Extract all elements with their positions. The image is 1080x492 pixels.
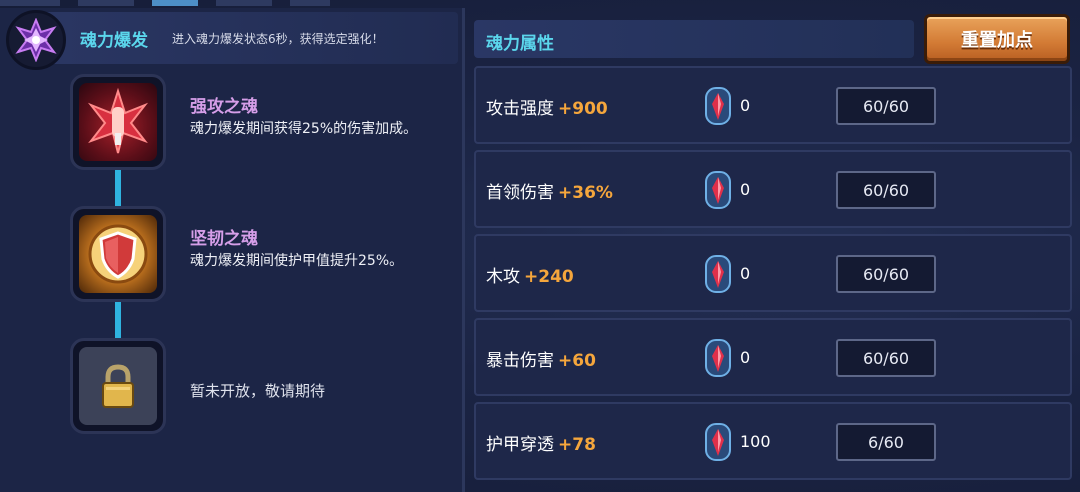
attribute-bonus: +78 bbox=[558, 435, 596, 455]
top-tab[interactable] bbox=[78, 0, 134, 6]
soul-burst-icon bbox=[6, 10, 66, 70]
attribute-level: 60/60 bbox=[836, 171, 936, 209]
skill-node-locked[interactable] bbox=[70, 338, 166, 434]
attribute-row[interactable]: 暴击伤害 +60 0 60/60 bbox=[474, 318, 1072, 396]
top-tab[interactable] bbox=[0, 0, 60, 6]
attribute-row[interactable]: 攻击强度 +900 0 60/60 bbox=[474, 66, 1072, 144]
attribute-label: 首领伤害 +36% bbox=[486, 178, 613, 203]
crystal-count: 0 bbox=[740, 180, 751, 199]
soul-crystal-icon bbox=[705, 171, 731, 209]
skill-connector bbox=[115, 302, 121, 338]
attribute-level: 6/60 bbox=[836, 423, 936, 461]
game-screen: 魂力爆发 进入魂力爆发状态6秒，获得选定强化！ 强攻之魂 魂力爆发期间获得25%… bbox=[0, 0, 1080, 492]
attribute-label: 暴击伤害 +60 bbox=[486, 346, 596, 371]
crystal-count: 0 bbox=[740, 96, 751, 115]
top-tab-active[interactable] bbox=[152, 0, 198, 6]
locked-skill-text: 暂未开放，敬请期待 bbox=[190, 382, 326, 400]
red-soul-icon bbox=[79, 83, 157, 161]
skill-connector bbox=[115, 170, 121, 206]
skill-description: 魂力爆发期间获得25%的伤害加成。 bbox=[190, 121, 418, 137]
attribute-name: 攻击强度 bbox=[486, 99, 554, 119]
burst-description: 进入魂力爆发状态6秒，获得选定强化！ bbox=[172, 32, 384, 46]
attribute-level: 60/60 bbox=[836, 87, 936, 125]
skill-description: 魂力爆发期间使护甲值提升25%。 bbox=[190, 253, 404, 269]
attribute-bonus: +240 bbox=[524, 267, 574, 287]
soul-crystal-icon bbox=[705, 423, 731, 461]
attribute-label: 攻击强度 +900 bbox=[486, 94, 608, 119]
attribute-label: 木攻 +240 bbox=[486, 262, 574, 287]
reset-points-button[interactable]: 重置加点 bbox=[924, 14, 1070, 64]
attribute-bonus: +60 bbox=[558, 351, 596, 371]
attribute-name: 首领伤害 bbox=[486, 183, 554, 203]
soul-crystal-icon bbox=[705, 87, 731, 125]
top-tab[interactable] bbox=[216, 0, 272, 6]
attribute-row[interactable]: 护甲穿透 +78 100 6/60 bbox=[474, 402, 1072, 480]
attribute-row[interactable]: 木攻 +240 0 60/60 bbox=[474, 234, 1072, 312]
skill-node-strong-attack[interactable] bbox=[70, 74, 166, 170]
top-tab-strip bbox=[0, 0, 1080, 6]
top-tab[interactable] bbox=[290, 0, 330, 6]
soul-crystal-icon bbox=[705, 339, 731, 377]
skill-node-tenacity[interactable] bbox=[70, 206, 166, 302]
shield-soul-icon bbox=[79, 215, 157, 293]
crystal-count: 0 bbox=[740, 264, 751, 283]
attribute-row[interactable]: 首领伤害 +36% 0 60/60 bbox=[474, 150, 1072, 228]
attribute-bonus: +900 bbox=[558, 99, 608, 119]
soul-crystal-icon bbox=[705, 255, 731, 293]
attribute-title: 魂力属性 bbox=[486, 34, 554, 54]
panel-divider bbox=[462, 8, 465, 492]
crystal-count: 0 bbox=[740, 348, 751, 367]
attribute-name: 护甲穿透 bbox=[486, 435, 554, 455]
attribute-bonus: +36% bbox=[558, 183, 613, 203]
attribute-name: 木攻 bbox=[486, 267, 520, 287]
lock-icon bbox=[79, 347, 157, 425]
skill-name: 坚韧之魂 bbox=[190, 229, 258, 249]
attribute-label: 护甲穿透 +78 bbox=[486, 430, 596, 455]
attribute-level: 60/60 bbox=[836, 255, 936, 293]
skill-name: 强攻之魂 bbox=[190, 97, 258, 117]
attribute-name: 暴击伤害 bbox=[486, 351, 554, 371]
attribute-level: 60/60 bbox=[836, 339, 936, 377]
crystal-count: 100 bbox=[740, 432, 771, 451]
burst-title: 魂力爆发 bbox=[80, 31, 148, 51]
